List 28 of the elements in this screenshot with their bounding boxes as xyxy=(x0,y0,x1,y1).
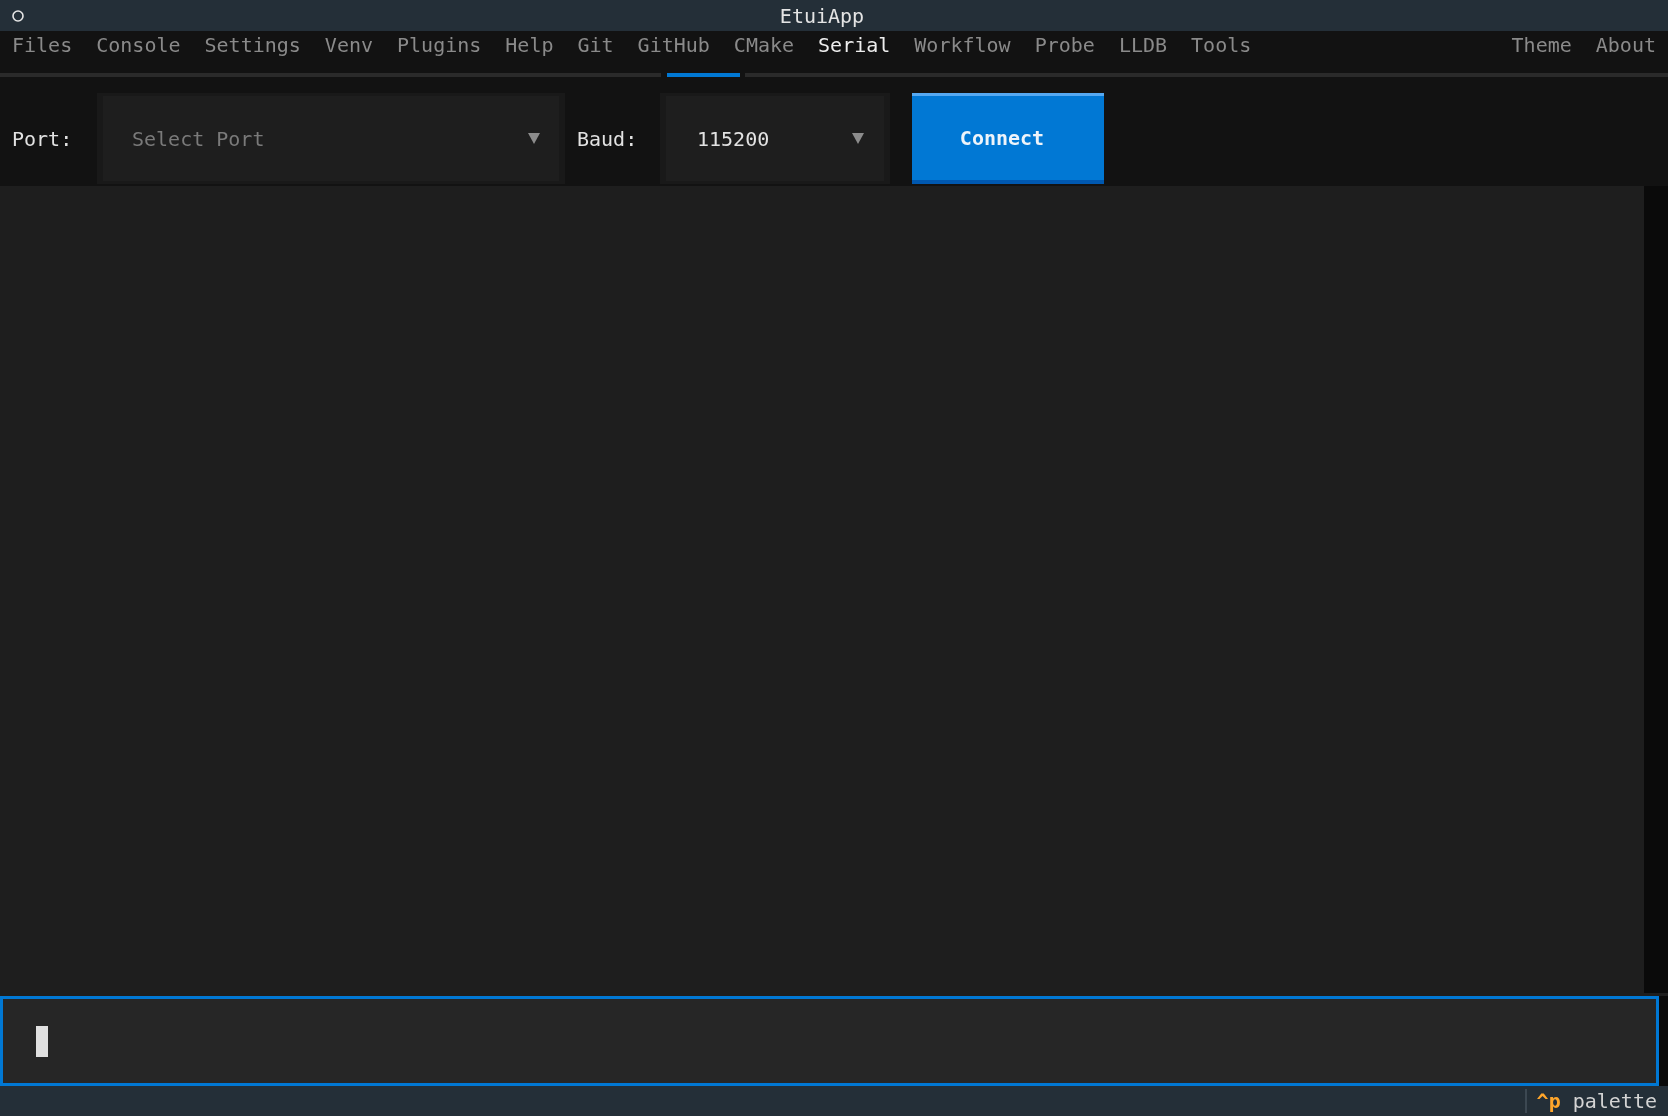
port-select[interactable]: Select Port xyxy=(97,93,565,184)
window-title: EtuiApp xyxy=(779,3,865,28)
port-label: Port: xyxy=(12,126,73,151)
baud-label: Baud: xyxy=(577,126,638,151)
tab[interactable]: Workflow xyxy=(902,33,1023,57)
tab[interactable]: CMake xyxy=(721,33,807,57)
tab[interactable]: Files xyxy=(0,33,85,57)
tab[interactable]: Probe xyxy=(1022,33,1107,57)
tab[interactable]: Help xyxy=(493,33,566,57)
tab[interactable]: Plugins xyxy=(385,33,494,57)
text-cursor-icon xyxy=(36,1025,48,1057)
palette-shortcut[interactable]: ^p palette xyxy=(1526,1089,1668,1113)
tab[interactable]: GitHub xyxy=(625,33,722,57)
caret-down-icon xyxy=(528,133,540,144)
tab[interactable]: LLDB xyxy=(1106,33,1180,57)
tab[interactable]: Settings xyxy=(192,33,313,57)
tab[interactable]: Venv xyxy=(312,33,385,57)
circle-icon xyxy=(12,9,24,22)
tab[interactable]: Console xyxy=(84,33,193,57)
header-link[interactable]: About xyxy=(1583,33,1668,57)
tab[interactable]: Tools xyxy=(1179,33,1264,57)
input-field[interactable] xyxy=(0,996,1659,1086)
caret-down-icon xyxy=(852,133,864,144)
tab[interactable]: Serial xyxy=(806,33,903,57)
tab[interactable]: Git xyxy=(565,33,626,57)
baud-select[interactable]: 115200 xyxy=(660,93,890,184)
header-link[interactable]: Theme xyxy=(1499,33,1584,57)
connect-button[interactable]: Connect xyxy=(912,93,1104,184)
